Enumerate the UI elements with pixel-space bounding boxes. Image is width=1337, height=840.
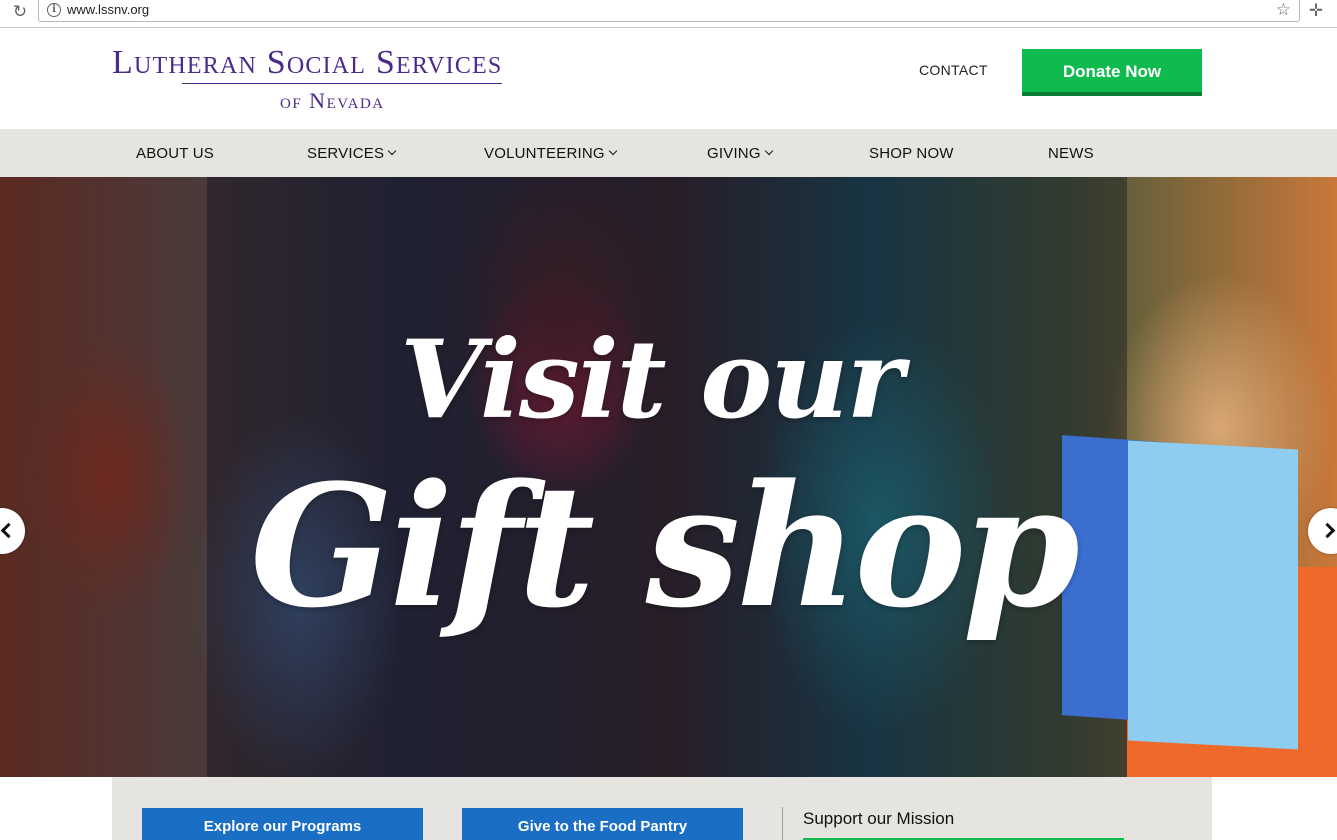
nav-item-volunteering[interactable]: VOLUNTEERING: [484, 145, 618, 162]
chevron-down-icon: [608, 146, 618, 156]
chevron-down-icon: [387, 146, 397, 156]
logo-subtitle: of Nevada: [280, 88, 385, 113]
hero-title-line2: Gift shop: [250, 447, 1080, 645]
carousel-next-button[interactable]: [1308, 508, 1337, 554]
info-icon[interactable]: i: [47, 3, 61, 17]
logo-title: Lutheran Social Services: [112, 44, 503, 81]
donate-now-button[interactable]: Donate Now: [1022, 49, 1202, 96]
star-icon[interactable]: ☆: [1276, 0, 1291, 20]
contact-link[interactable]: CONTACT: [919, 62, 988, 78]
nav-item-news[interactable]: NEWS: [1048, 145, 1094, 162]
browser-toolbar: ↻ i www.lssnv.org ☆ ✛: [0, 0, 1337, 28]
nav-item-services[interactable]: SERVICES: [307, 145, 397, 162]
divider: [782, 807, 783, 840]
site-logo[interactable]: Lutheran Social Services of Nevada: [112, 44, 572, 116]
nav-item-label: GIVING: [707, 145, 761, 162]
url-text: www.lssnv.org: [67, 2, 150, 17]
carousel-prev-button[interactable]: [0, 508, 25, 554]
support-mission-heading: Support our Mission: [803, 809, 955, 828]
explore-programs-button[interactable]: Explore our Programs: [142, 808, 423, 840]
nav-item-label: SERVICES: [307, 145, 385, 162]
hero-photo-detail: [1128, 440, 1298, 750]
nav-item-giving[interactable]: GIVING: [707, 145, 773, 162]
address-bar[interactable]: i www.lssnv.org ☆: [38, 0, 1300, 22]
nav-item-shop-now[interactable]: SHOP NOW: [869, 145, 954, 162]
hero-carousel[interactable]: Visit our Gift shop: [0, 177, 1337, 777]
nav-item-about-us[interactable]: ABOUT US: [136, 145, 214, 162]
cta-panel: Explore our Programs Give to the Food Pa…: [112, 777, 1212, 840]
nav-item-label: SHOP NOW: [869, 145, 954, 162]
reload-icon[interactable]: ↻: [10, 2, 30, 22]
nav-item-label: ABOUT US: [136, 145, 215, 162]
chevron-down-icon: [764, 146, 773, 156]
chevron-right-icon: [1319, 522, 1336, 539]
nav-item-label: VOLUNTEERING: [484, 145, 605, 162]
main-nav: ABOUT US SERVICES VOLUNTEERING GIVING SH…: [0, 129, 1337, 177]
hero-title-line1: Visit our: [400, 317, 904, 443]
extension-icon[interactable]: ✛: [1306, 1, 1326, 21]
food-pantry-button[interactable]: Give to the Food Pantry: [462, 808, 743, 840]
logo-rule: [182, 83, 502, 84]
chevron-left-icon: [0, 522, 17, 539]
nav-item-label: NEWS: [1048, 145, 1094, 162]
